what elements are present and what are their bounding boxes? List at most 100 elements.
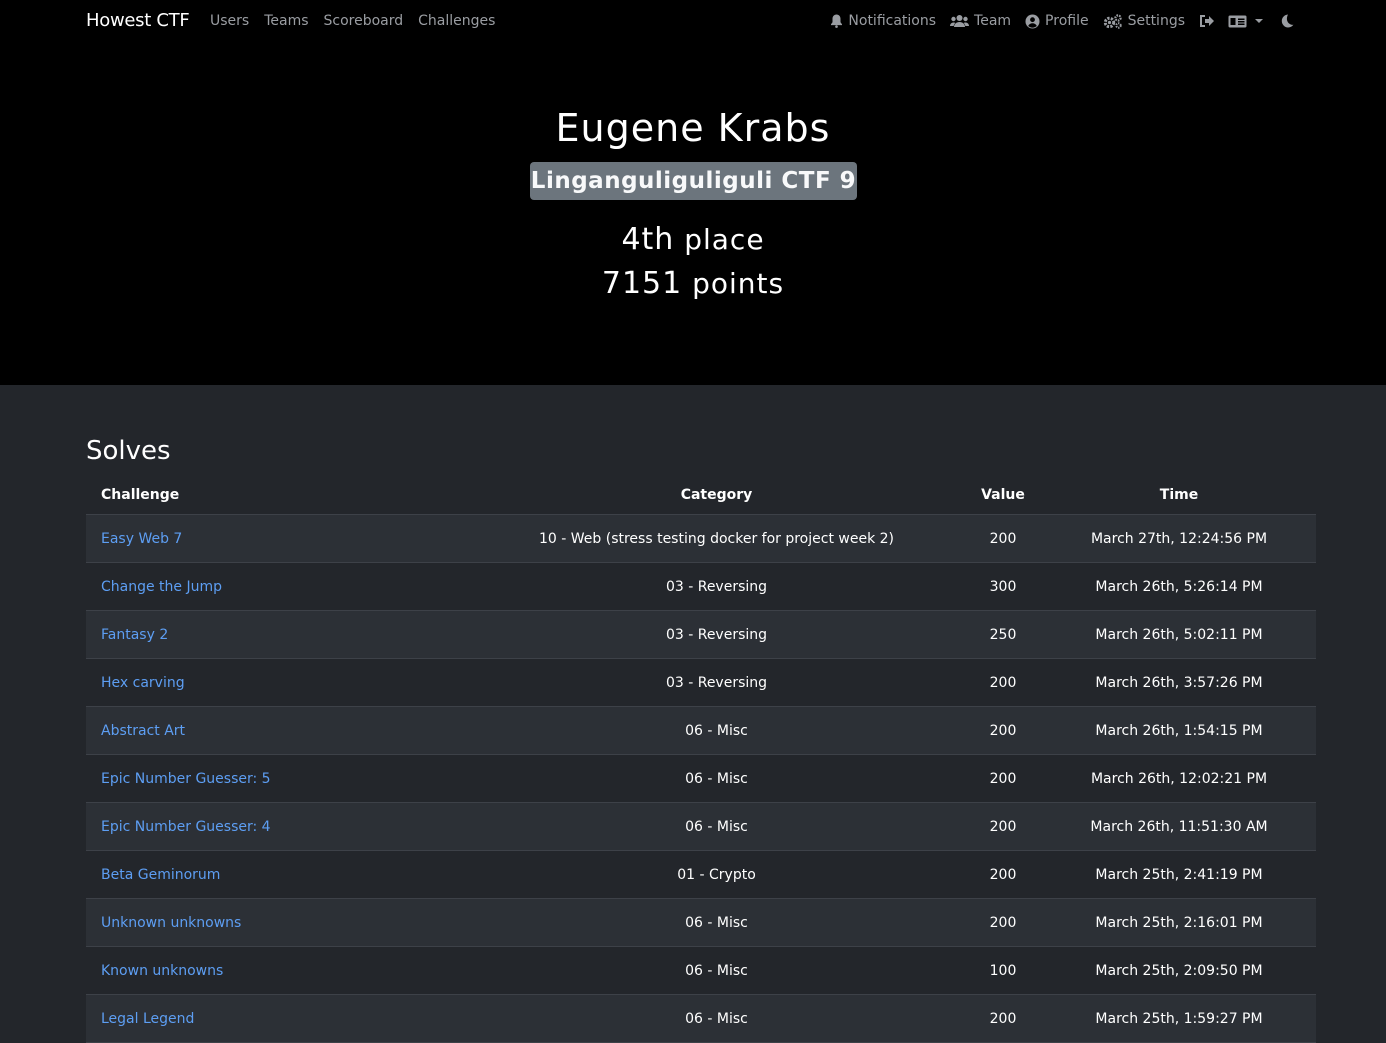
challenge-link[interactable]: Known unknowns <box>101 963 223 979</box>
table-row: Hex carving 03 - Reversing 200 March 26t… <box>86 659 1316 707</box>
time-cell: March 26th, 11:51:30 AM <box>1090 818 1268 835</box>
challenge-cell: Change the Jump <box>86 563 469 611</box>
user-place: 4th place <box>0 222 1386 257</box>
place-label: place <box>684 223 765 256</box>
header-time: Time <box>1042 475 1316 515</box>
nav-language-dropdown[interactable] <box>1228 15 1263 28</box>
nav-settings-label: Settings <box>1127 13 1185 29</box>
category-cell: 06 - Misc <box>685 770 748 787</box>
time-cell: March 25th, 1:59:27 PM <box>1095 1010 1263 1027</box>
time-cell: March 26th, 12:02:21 PM <box>1090 770 1268 787</box>
nav-notifications[interactable]: Notifications <box>830 13 936 29</box>
challenge-cell: Epic Number Guesser: 4 <box>86 803 469 851</box>
points-label: points <box>692 267 785 300</box>
solves-title: Solves <box>86 436 171 466</box>
nav-left: Users Teams Scoreboard Challenges <box>210 13 495 29</box>
table-row: Legal Legend 06 - Misc 200 March 25th, 1… <box>86 994 1316 1043</box>
value-cell: 200 <box>989 1010 1017 1027</box>
user-circle-icon <box>1025 14 1040 28</box>
category-cell: 06 - Misc <box>685 722 748 739</box>
category-cell: 03 - Reversing <box>665 578 768 595</box>
value-cell: 200 <box>989 674 1017 691</box>
category-cell: 06 - Misc <box>685 962 748 979</box>
value-cell: 200 <box>989 530 1017 547</box>
challenge-cell: Legal Legend <box>86 995 469 1043</box>
table-row: Epic Number Guesser: 5 06 - Misc 200 Mar… <box>86 755 1316 803</box>
table-row: Known unknowns 06 - Misc 100 March 25th,… <box>86 947 1316 995</box>
challenge-cell: Known unknowns <box>86 947 469 995</box>
table-row: Easy Web 7 10 - Web (stress testing dock… <box>86 514 1316 563</box>
brand-link[interactable]: Howest CTF <box>86 10 190 31</box>
top-navbar: Howest CTF Users Teams Scoreboard Challe… <box>0 0 1386 44</box>
nav-team[interactable]: Team <box>950 13 1011 29</box>
table-row: Fantasy 2 03 - Reversing 250 March 26th,… <box>86 610 1316 659</box>
nav-theme-toggle[interactable] <box>1281 14 1294 28</box>
bell-icon <box>831 14 843 28</box>
time-cell: March 25th, 2:41:19 PM <box>1095 866 1263 883</box>
time-cell: March 26th, 5:02:11 PM <box>1095 626 1263 643</box>
nav-right: Notifications Team Profile Settings <box>830 13 1294 29</box>
nav-settings[interactable]: Settings <box>1103 13 1185 29</box>
category-cell: 03 - Reversing <box>665 674 768 691</box>
moon-icon <box>1281 14 1294 28</box>
table-row: Unknown unknowns 06 - Misc 200 March 25t… <box>86 898 1316 947</box>
category-cell: 06 - Misc <box>685 914 748 931</box>
challenge-cell: Easy Web 7 <box>86 515 469 563</box>
challenge-link[interactable]: Easy Web 7 <box>101 531 182 547</box>
challenge-cell: Abstract Art <box>86 707 469 755</box>
time-cell: March 26th, 1:54:15 PM <box>1095 722 1263 739</box>
nav-challenges[interactable]: Challenges <box>418 13 495 29</box>
challenge-link[interactable]: Fantasy 2 <box>101 627 168 643</box>
sign-out-icon <box>1200 15 1214 27</box>
time-cell: March 26th, 5:26:14 PM <box>1095 578 1263 595</box>
challenge-link[interactable]: Hex carving <box>101 675 185 691</box>
value-cell: 250 <box>989 626 1017 643</box>
value-cell: 100 <box>989 962 1017 979</box>
challenge-cell: Unknown unknowns <box>86 899 469 947</box>
value-cell: 200 <box>989 722 1017 739</box>
value-cell: 200 <box>989 914 1017 931</box>
challenge-link[interactable]: Epic Number Guesser: 4 <box>101 819 271 835</box>
challenge-cell: Beta Geminorum <box>86 851 469 899</box>
challenge-link[interactable]: Unknown unknowns <box>101 915 241 931</box>
points-number: 7151 <box>601 266 683 301</box>
table-row: Beta Geminorum 01 - Crypto 200 March 25t… <box>86 851 1316 899</box>
nav-scoreboard[interactable]: Scoreboard <box>324 13 404 29</box>
nav-logout[interactable] <box>1199 14 1214 28</box>
user-points: 7151 points <box>0 266 1386 301</box>
header-category: Category <box>469 475 964 515</box>
table-row: Change the Jump 03 - Reversing 300 March… <box>86 563 1316 611</box>
user-name: Eugene Krabs <box>555 106 831 150</box>
header-challenge: Challenge <box>86 475 469 515</box>
nav-users[interactable]: Users <box>210 13 249 29</box>
value-cell: 200 <box>989 866 1017 883</box>
users-icon <box>950 15 970 27</box>
nav-profile[interactable]: Profile <box>1025 13 1089 29</box>
table-header-row: Challenge Category Value Time <box>86 475 1316 515</box>
challenge-cell: Fantasy 2 <box>86 611 469 659</box>
place-number: 4th <box>621 222 675 257</box>
category-cell: 01 - Crypto <box>677 866 756 883</box>
solves-table: Challenge Category Value Time Easy Web 7… <box>86 475 1316 1043</box>
challenge-link[interactable]: Legal Legend <box>101 1011 194 1027</box>
challenge-link[interactable]: Beta Geminorum <box>101 867 220 883</box>
challenge-cell: Epic Number Guesser: 5 <box>86 755 469 803</box>
chevron-down-icon <box>1255 19 1263 23</box>
nav-notifications-label: Notifications <box>848 13 937 29</box>
table-row: Epic Number Guesser: 4 06 - Misc 200 Mar… <box>86 802 1316 851</box>
value-cell: 200 <box>989 770 1017 787</box>
team-badge[interactable]: Linganguliguliguli CTF 9 <box>530 162 857 200</box>
value-cell: 200 <box>989 818 1017 835</box>
category-cell: 10 - Web (stress testing docker for proj… <box>539 530 894 547</box>
nav-profile-label: Profile <box>1045 13 1089 29</box>
time-cell: March 25th, 2:16:01 PM <box>1095 914 1263 931</box>
nav-team-label: Team <box>974 13 1012 29</box>
nav-teams[interactable]: Teams <box>264 13 308 29</box>
time-cell: March 27th, 12:24:56 PM <box>1090 530 1268 547</box>
challenge-link[interactable]: Epic Number Guesser: 5 <box>101 771 271 787</box>
challenge-link[interactable]: Change the Jump <box>101 579 222 595</box>
category-cell: 03 - Reversing <box>665 626 768 643</box>
table-row: Abstract Art 06 - Misc 200 March 26th, 1… <box>86 706 1316 755</box>
time-cell: March 25th, 2:09:50 PM <box>1095 962 1263 979</box>
challenge-link[interactable]: Abstract Art <box>101 723 185 739</box>
